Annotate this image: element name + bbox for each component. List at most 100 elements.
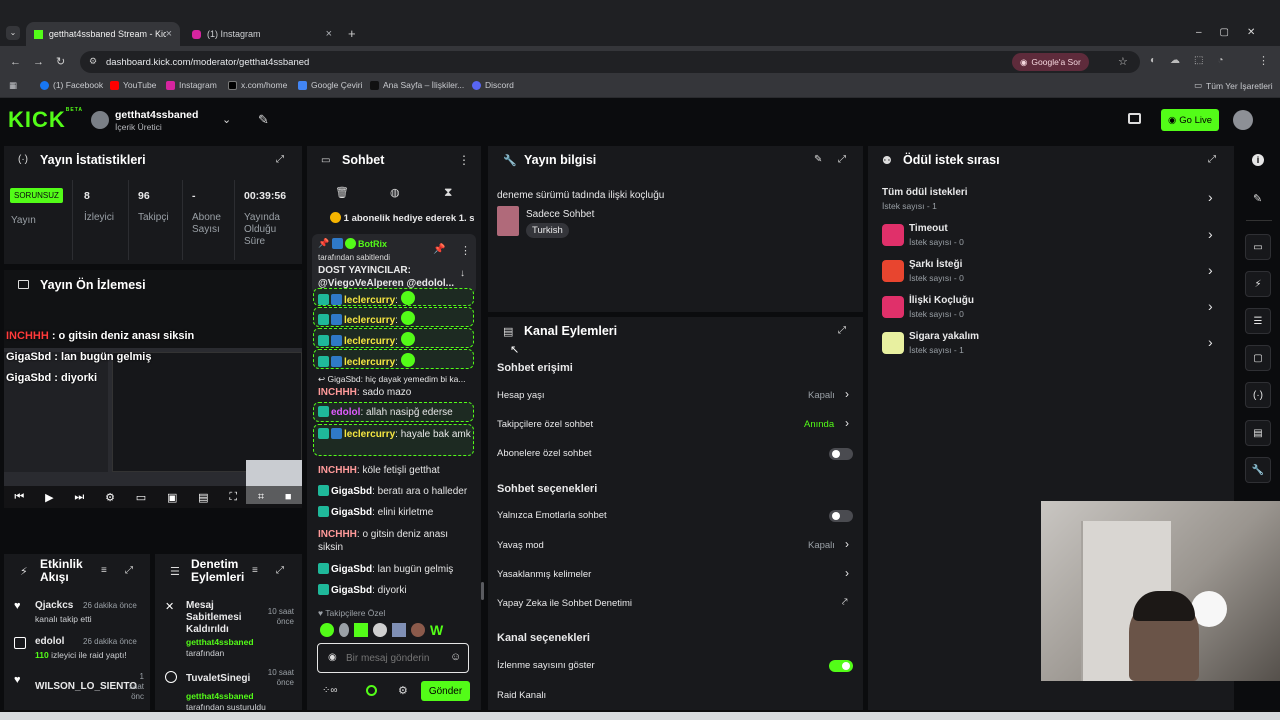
chevron-down-icon[interactable]: ⌄ — [222, 113, 231, 126]
chat-input[interactable] — [346, 650, 446, 666]
url-text[interactable]: dashboard.kick.com/moderator/getthat4ssb… — [106, 57, 309, 68]
emote-icon[interactable] — [373, 623, 387, 637]
chat-username[interactable]: leclercurry — [344, 429, 395, 440]
settings-icon[interactable]: ⚙ — [105, 491, 115, 504]
pip-icon[interactable]: ▣ — [167, 491, 177, 504]
record-icon[interactable]: ▭ — [136, 491, 146, 504]
chat-username[interactable]: INCHHH — [318, 529, 357, 540]
expand-icon[interactable]: ⤢ — [1208, 154, 1216, 165]
fullscreen-icon[interactable]: ⛶ — [229, 491, 237, 504]
rail-wrench-icon[interactable]: 🔧 — [1245, 457, 1271, 483]
kick-logo[interactable]: KICKBETA — [8, 107, 83, 133]
chat-username[interactable]: leclercurry — [344, 295, 395, 306]
chat-scrollbar[interactable] — [481, 582, 484, 600]
bookmark-translate[interactable]: Google Çeviri — [298, 80, 363, 90]
emote-icon[interactable] — [339, 623, 349, 637]
chat-username[interactable]: GigaSbd — [331, 486, 372, 497]
avatar[interactable] — [91, 111, 109, 129]
rail-list-icon[interactable]: ☰ — [1245, 308, 1271, 334]
tab-instagram[interactable]: (1) Instagram × — [184, 22, 340, 46]
emote-icon[interactable] — [320, 623, 334, 637]
emote-bar[interactable]: W — [320, 622, 470, 638]
emote-icon[interactable] — [354, 623, 368, 637]
tab-kick[interactable]: getthat4ssbaned Stream - Kick × — [26, 22, 180, 46]
cast-icon[interactable]: ▤ — [198, 491, 208, 504]
profile-avatar[interactable] — [1233, 110, 1253, 130]
edit-icon[interactable]: ✎ — [814, 154, 822, 165]
emote-picker-icon[interactable]: ◉ — [328, 652, 337, 663]
all-bookmarks[interactable]: ▭ Tüm Yer İşaretleri — [1194, 80, 1273, 91]
bookmark-x[interactable]: x.com/home — [228, 80, 287, 90]
rail-preview-icon[interactable]: ▭ — [1245, 234, 1271, 260]
emote-icon[interactable]: W — [430, 623, 444, 637]
setting-row[interactable] — [492, 536, 858, 556]
chat-username[interactable]: leclercurry — [344, 315, 395, 326]
chat-username[interactable]: GigaSbd — [331, 585, 372, 596]
chat-username[interactable]: INCHHH — [318, 465, 357, 476]
rail-bolt-icon[interactable]: ⚡ — [1245, 271, 1271, 297]
site-info-icon[interactable]: ⚙ — [89, 56, 97, 67]
bookmark-anasayfa[interactable]: Ana Sayfa – İlişkiler... — [370, 80, 464, 90]
expand-icon[interactable]: ⤢ — [838, 154, 846, 165]
crop-icon[interactable]: ⌗ — [258, 491, 264, 504]
chat-menu-icon[interactable]: ⋮ — [458, 153, 470, 167]
bookmark-youtube[interactable]: YouTube — [110, 80, 156, 90]
filter-icon[interactable]: ≡ — [252, 565, 258, 576]
language-tag[interactable]: Turkish — [526, 223, 569, 238]
send-button[interactable]: Gönder — [421, 681, 470, 701]
rail-channel-icon[interactable]: ▤ — [1245, 420, 1271, 446]
rail-chat-icon[interactable]: ▢ — [1245, 345, 1271, 371]
camera-icon[interactable] — [1128, 113, 1141, 124]
hourglass-icon[interactable]: ⧗ — [444, 185, 452, 200]
chat-bubble-icon[interactable]: ◍ — [390, 186, 400, 199]
expand-icon[interactable]: ⤢ — [276, 154, 284, 165]
rail-stats-icon[interactable]: (·) — [1245, 382, 1271, 408]
info-icon[interactable]: i — [1252, 154, 1264, 166]
bookmark-facebook[interactable]: (1) Facebook — [40, 80, 103, 90]
window-controls[interactable]: –▢✕ — [1196, 27, 1273, 38]
chat-username[interactable]: GigaSbd — [331, 564, 372, 575]
chat-settings-icon[interactable]: ⚙ — [398, 684, 408, 697]
new-tab-icon[interactable]: + — [348, 26, 356, 41]
player-controls[interactable]: ⏮ ▶ ⏭ ⚙ ▭ ▣ ▤ ⛶ ⌗ ■ — [4, 486, 302, 508]
expand-icon[interactable]: ⤢ — [276, 565, 284, 576]
unpin-button[interactable]: 📌 — [433, 244, 445, 255]
chat-username[interactable]: leclercurry — [344, 357, 395, 368]
nav-buttons[interactable]: ←→↻ — [10, 55, 77, 68]
stop-icon[interactable]: ■ — [285, 491, 292, 503]
chat-username[interactable]: edolol — [331, 407, 360, 418]
emote-icon[interactable] — [411, 623, 425, 637]
rewind-icon[interactable]: ⏮ — [14, 491, 24, 504]
star-icon[interactable]: ☆ — [1118, 55, 1128, 68]
close-tab-icon[interactable]: × — [326, 28, 332, 40]
expand-icon[interactable]: ⤢ — [838, 325, 846, 336]
google-ask-button[interactable]: ◉ Google'a Sor — [1012, 53, 1089, 71]
subs-only-toggle[interactable] — [829, 448, 853, 460]
forward-icon[interactable]: ⏭ — [74, 491, 84, 504]
emotes-only-toggle[interactable] — [829, 510, 853, 522]
play-icon[interactable]: ▶ — [45, 491, 53, 504]
collapse-icon[interactable]: ↓ — [460, 268, 465, 279]
category-name[interactable]: Sadece Sohbet — [526, 209, 594, 220]
menu-dots-icon[interactable]: ⋮ — [1258, 54, 1269, 67]
trash-icon[interactable]: 🗑 — [335, 186, 349, 199]
chat-username[interactable]: GigaSbd — [331, 507, 372, 518]
close-tab-icon[interactable]: × — [166, 28, 172, 40]
bookmark-instagram[interactable]: Instagram — [166, 80, 217, 90]
show-viewcount-toggle[interactable] — [829, 660, 853, 672]
extension-icons[interactable]: ◐☁⬚◔ — [1150, 55, 1238, 66]
emote-icon[interactable] — [392, 623, 406, 637]
go-live-button[interactable]: ◉ Go Live — [1161, 109, 1219, 131]
smiley-icon[interactable]: ☺ — [450, 651, 461, 663]
apps-icon[interactable]: ▦ — [9, 80, 17, 91]
tools-icon[interactable]: ✎ — [258, 112, 269, 128]
bookmark-discord[interactable]: Discord — [472, 80, 514, 90]
setting-row[interactable] — [492, 386, 858, 406]
chat-username[interactable]: INCHHH — [318, 387, 357, 398]
filter-icon[interactable]: ≡ — [101, 565, 107, 576]
pinned-menu-icon[interactable]: ⋮ — [460, 244, 471, 257]
community-icon[interactable]: ⁘∞ — [322, 685, 338, 696]
expand-icon[interactable]: ⤢ — [125, 565, 133, 576]
pencil-icon[interactable]: ✎ — [1253, 192, 1262, 205]
kick-coin-icon[interactable] — [366, 685, 377, 696]
